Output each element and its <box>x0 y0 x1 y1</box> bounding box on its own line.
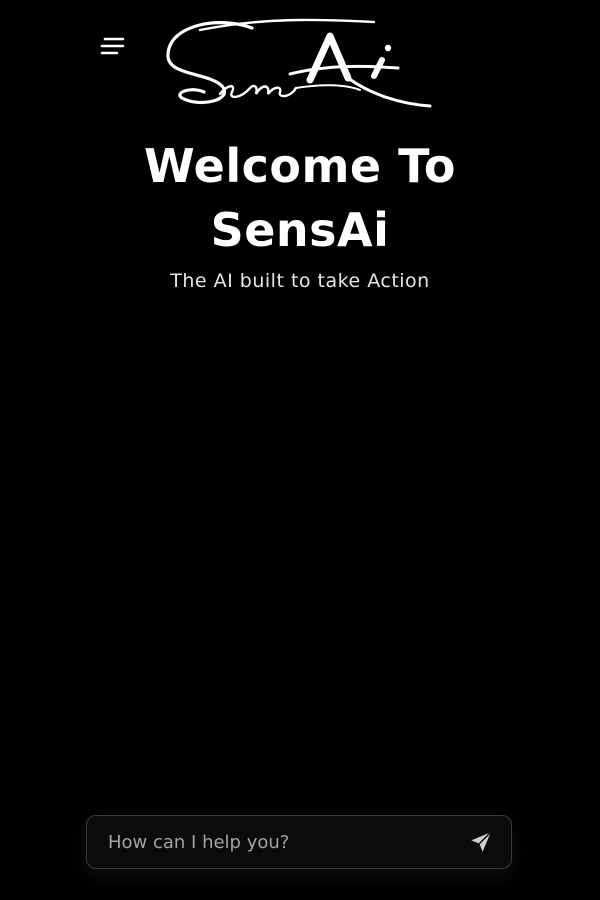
hamburger-menu-icon <box>100 37 125 55</box>
welcome-title-line1: Welcome To <box>144 139 456 193</box>
sensai-signature-logo <box>166 18 432 108</box>
chat-input-bar <box>86 815 512 869</box>
chat-input[interactable] <box>87 816 451 868</box>
welcome-title-line2: SensAi <box>210 203 390 257</box>
sensai-logo <box>160 14 440 114</box>
welcome-title: Welcome To SensAi <box>0 134 600 262</box>
menu-button[interactable] <box>92 28 132 64</box>
tagline: The AI built to take Action <box>170 270 430 292</box>
send-paper-plane-icon <box>471 831 492 852</box>
send-button[interactable] <box>451 816 511 868</box>
